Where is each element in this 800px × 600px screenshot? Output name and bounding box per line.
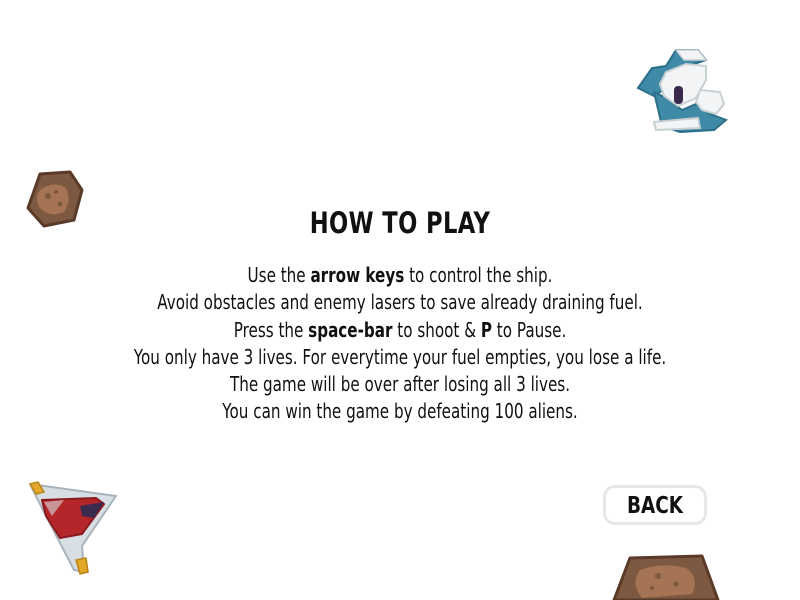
how-to-play-screen: HOW TO PLAY Use the arrow keys to contro… bbox=[0, 0, 800, 600]
instruction-line: Avoid obstacles and enemy lasers to save… bbox=[157, 290, 643, 315]
instruction-line: You can win the game by defeating 100 al… bbox=[222, 399, 578, 424]
asteroid-icon bbox=[612, 554, 720, 600]
asteroid-icon bbox=[26, 170, 84, 228]
enemy-ship-icon bbox=[636, 49, 728, 134]
instruction-line: Press the space-bar to shoot & P to Paus… bbox=[233, 317, 567, 342]
instruction-line: Use the arrow keys to control the ship. bbox=[247, 263, 553, 287]
back-button-label: BACK bbox=[626, 493, 684, 519]
instruction-line: The game will be over after losing all 3… bbox=[229, 372, 571, 397]
page-title: HOW TO PLAY bbox=[309, 206, 491, 240]
player-ship-icon bbox=[28, 481, 117, 575]
back-button[interactable]: BACK bbox=[603, 485, 707, 525]
instructions-list: Use the arrow keys to control the ship. … bbox=[104, 262, 696, 426]
instruction-line: You only have 3 lives. For everytime you… bbox=[133, 344, 667, 369]
